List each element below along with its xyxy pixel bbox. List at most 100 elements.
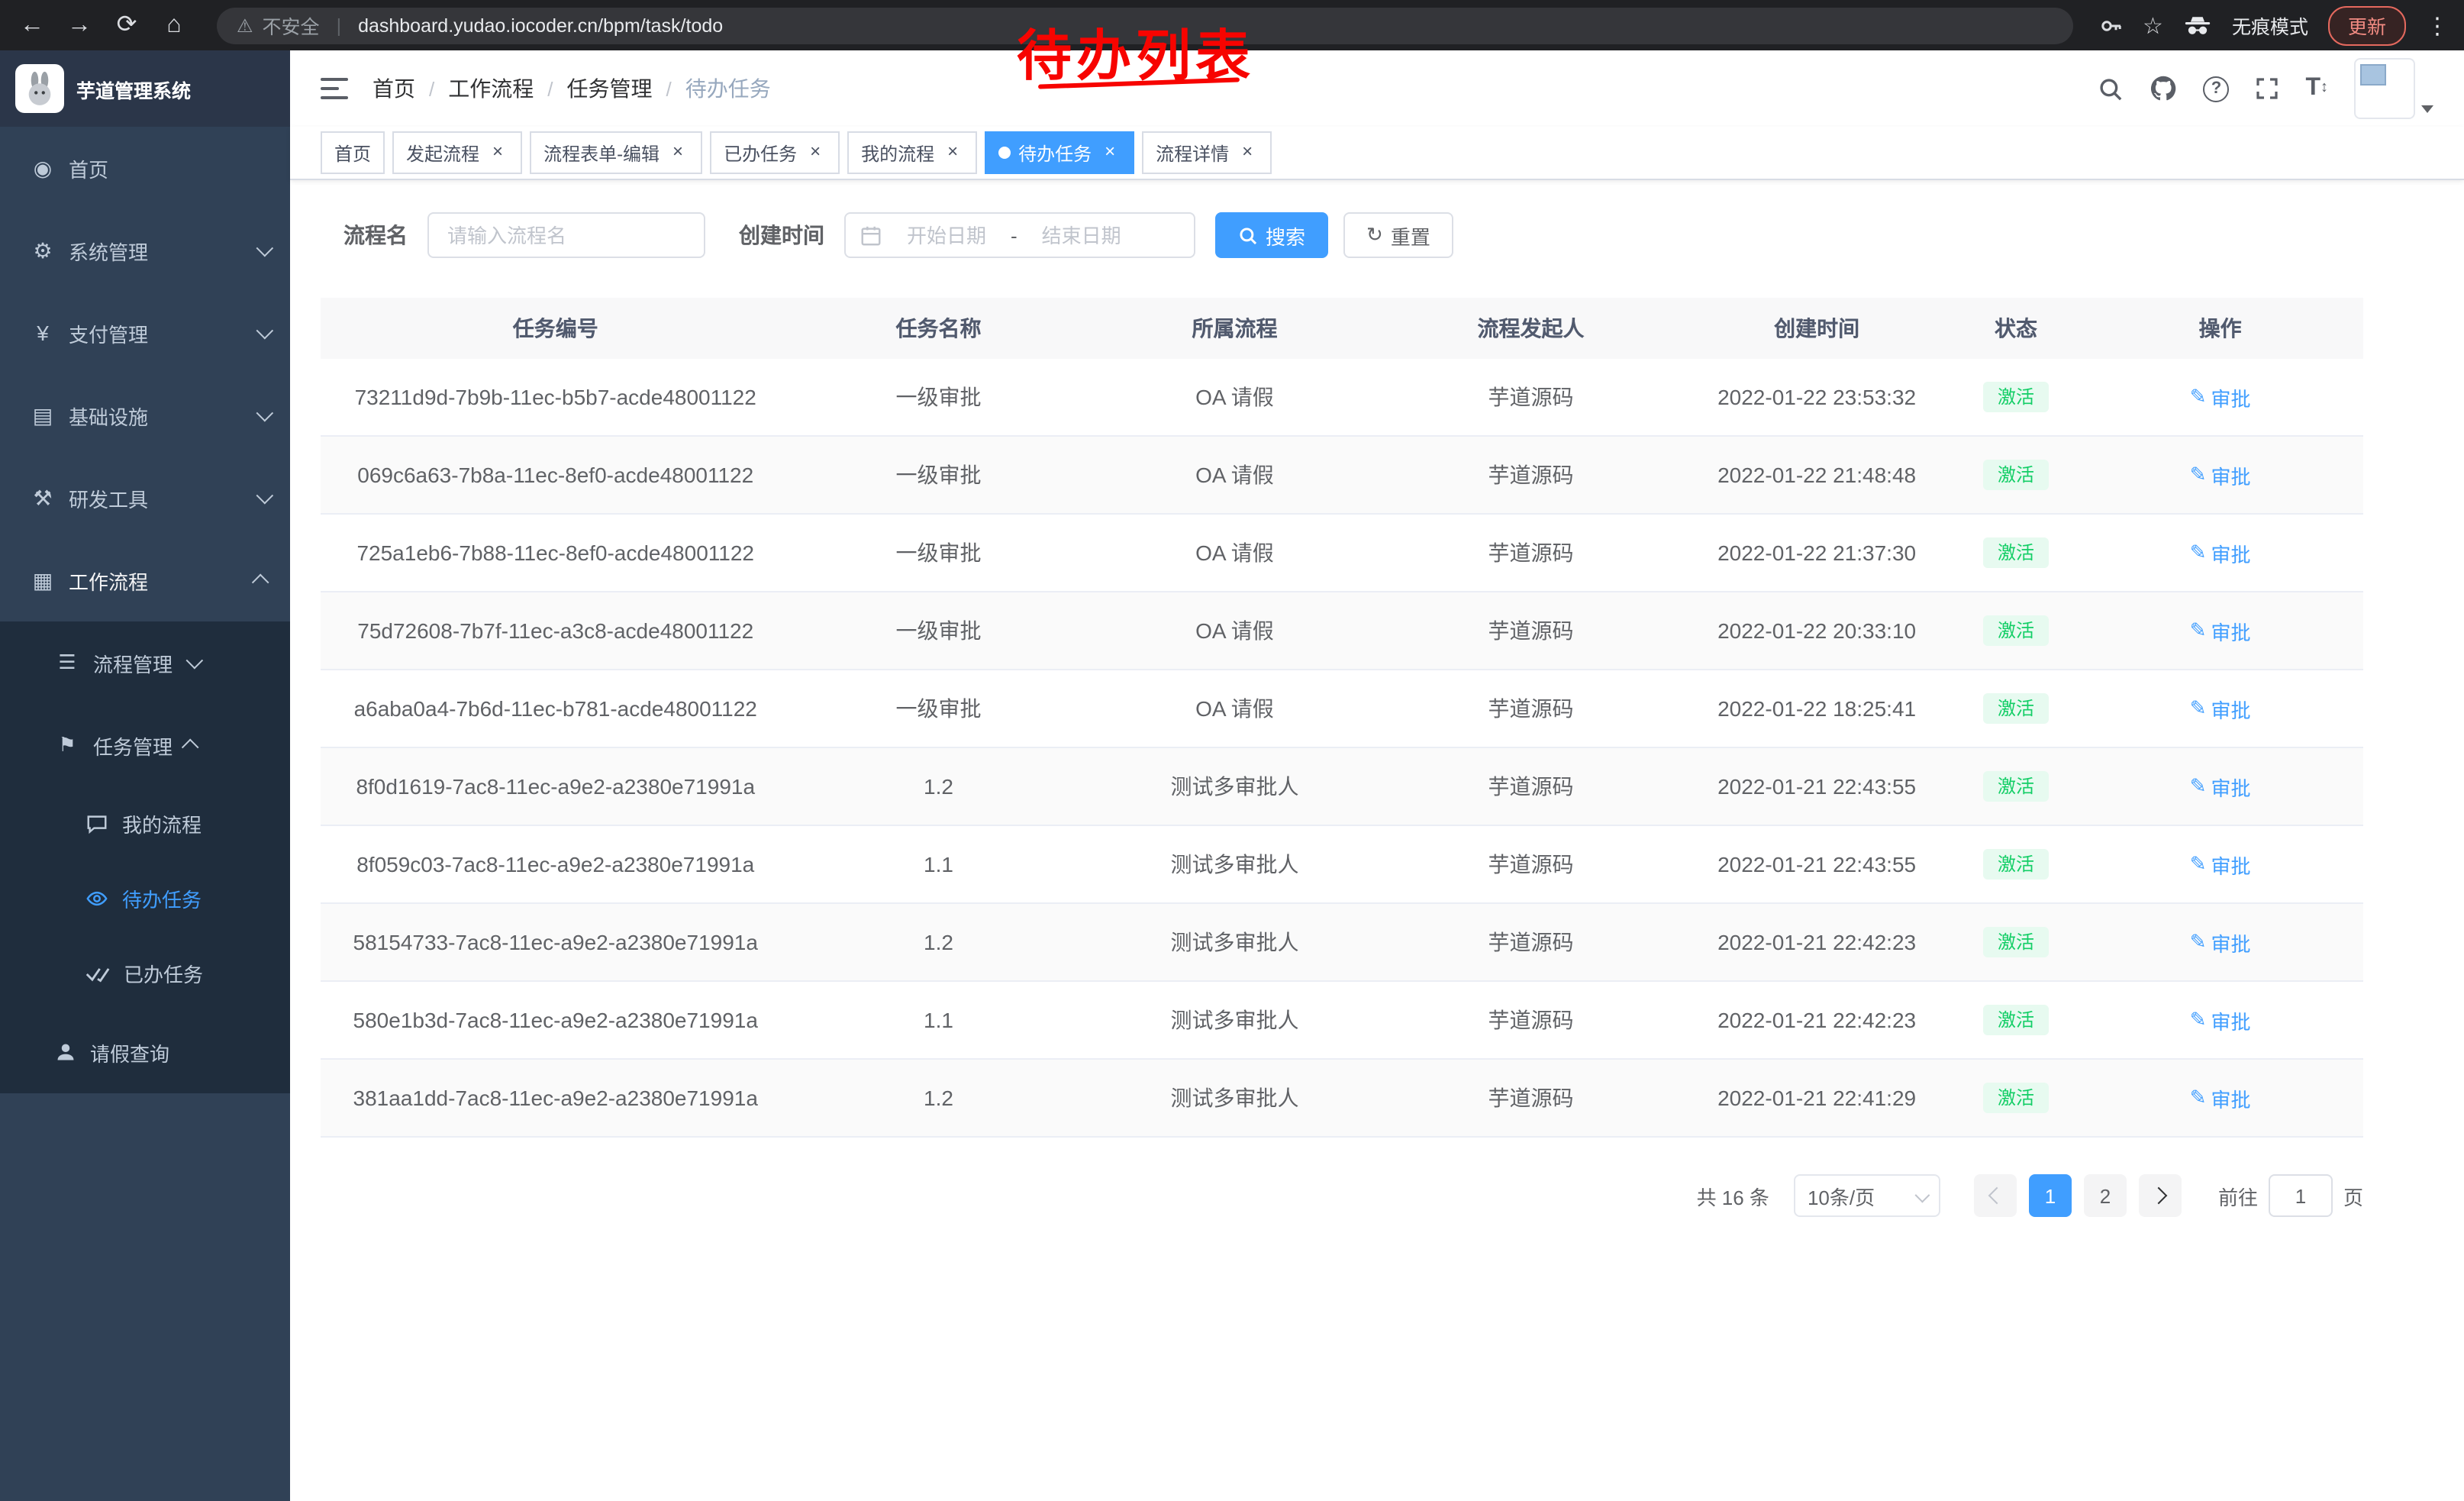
process-name-input[interactable] <box>427 212 705 258</box>
update-button[interactable]: 更新 <box>2328 5 2406 45</box>
col-create-time: 创建时间 <box>1679 298 1954 359</box>
search-button[interactable]: 搜索 <box>1215 212 1328 258</box>
end-date-input[interactable] <box>1024 222 1140 248</box>
goto-page-input[interactable] <box>2269 1174 2333 1217</box>
sidebar-item-system[interactable]: ⚙ 系统管理 <box>0 209 290 292</box>
cell-actions: ✎ 审批 <box>2077 670 2363 747</box>
caret-down-icon <box>2421 105 2433 113</box>
next-page-button[interactable] <box>2139 1174 2182 1217</box>
menu-dots-icon[interactable]: ⋮ <box>2426 11 2449 39</box>
search-icon[interactable] <box>2098 76 2124 102</box>
close-icon[interactable]: × <box>1099 142 1121 163</box>
cell-task-name: 1.2 <box>790 903 1086 981</box>
user-menu[interactable] <box>2354 58 2433 119</box>
tab-home[interactable]: 首页 <box>321 131 385 174</box>
cell-starter: 芋道源码 <box>1382 903 1679 981</box>
table-row: 725a1eb6-7b88-11ec-8ef0-acde48001122 一级审… <box>321 514 2363 592</box>
page-button-1[interactable]: 1 <box>2029 1174 2072 1217</box>
sidebar-item-workflow[interactable]: ▦ 工作流程 <box>0 539 290 621</box>
page-size-select[interactable]: 10条/页 <box>1794 1174 1940 1217</box>
approve-link[interactable]: ✎ 审批 <box>2190 928 2251 957</box>
back-icon[interactable]: ← <box>15 0 49 50</box>
table-body: 73211d9d-7b9b-11ec-b5b7-acde48001122 一级审… <box>321 359 2363 1137</box>
tab-start-process[interactable]: 发起流程× <box>392 131 522 174</box>
tab-process-detail[interactable]: 流程详情× <box>1142 131 1272 174</box>
start-date-input[interactable] <box>889 222 1005 248</box>
address-bar[interactable]: ⚠ 不安全 | dashboard.yudao.iocoder.cn/bpm/t… <box>217 7 2072 44</box>
cell-process: OA 请假 <box>1086 436 1382 514</box>
breadcrumb-workflow[interactable]: 工作流程 <box>448 73 534 104</box>
dashboard-icon: ◉ <box>31 155 55 181</box>
cell-create-time: 2022-01-22 23:53:32 <box>1679 359 1954 436</box>
font-size-icon[interactable]: T↕ <box>2305 76 2328 101</box>
sidebar-item-process-mgmt[interactable]: ☰ 流程管理 <box>0 621 290 704</box>
table-row: 73211d9d-7b9b-11ec-b5b7-acde48001122 一级审… <box>321 359 2363 436</box>
approve-link[interactable]: ✎ 审批 <box>2190 616 2251 645</box>
cell-starter: 芋道源码 <box>1382 592 1679 670</box>
close-icon[interactable]: × <box>667 142 689 163</box>
cell-status: 激活 <box>1955 670 2078 747</box>
col-task-id: 任务编号 <box>321 298 790 359</box>
sidebar-item-done-tasks[interactable]: 已办任务 <box>0 936 290 1011</box>
approve-link[interactable]: ✎ 审批 <box>2190 772 2251 801</box>
tab-process-form-edit[interactable]: 流程表单-编辑× <box>530 131 702 174</box>
breadcrumb-home[interactable]: 首页 <box>373 73 415 104</box>
sidebar-item-task-mgmt[interactable]: ⚑ 任务管理 <box>0 704 290 786</box>
table-row: a6aba0a4-7b6d-11ec-b781-acde48001122 一级审… <box>321 670 2363 747</box>
sidebar-item-todo-tasks[interactable]: 待办任务 <box>0 861 290 936</box>
help-icon[interactable]: ? <box>2203 76 2229 102</box>
approve-link[interactable]: ✎ 审批 <box>2190 460 2251 489</box>
double-check-icon <box>85 964 110 983</box>
cell-task-id: 8f059c03-7ac8-11ec-a9e2-a2380e71991a <box>321 825 790 903</box>
process-list-icon: ☰ <box>55 650 79 675</box>
app-logo-row[interactable]: 芋道管理系统 <box>0 50 290 127</box>
col-actions: 操作 <box>2077 298 2363 359</box>
cell-task-name: 1.1 <box>790 981 1086 1059</box>
edit-icon: ✎ <box>2190 1086 2207 1110</box>
table-header-row: 任务编号 任务名称 所属流程 流程发起人 创建时间 状态 操作 <box>321 298 2363 359</box>
breadcrumb: 首页 / 工作流程 / 任务管理 / 待办任务 <box>373 73 771 104</box>
close-icon[interactable]: × <box>942 142 963 163</box>
github-icon[interactable] <box>2150 75 2177 102</box>
reset-button[interactable]: ↻ 重置 <box>1343 212 1453 258</box>
chevron-down-icon <box>186 652 204 670</box>
table-row: 75d72608-7b7f-11ec-a3c8-acde48001122 一级审… <box>321 592 2363 670</box>
sidebar-item-home[interactable]: ◉ 首页 <box>0 127 290 209</box>
prev-page-button[interactable] <box>1974 1174 2017 1217</box>
reload-icon[interactable]: ⟳ <box>110 0 144 50</box>
close-icon[interactable]: × <box>805 142 826 163</box>
sidebar-item-devtools[interactable]: ⚒ 研发工具 <box>0 457 290 539</box>
approve-link[interactable]: ✎ 审批 <box>2190 694 2251 723</box>
sidebar-toggle-icon[interactable] <box>321 76 348 101</box>
approve-link[interactable]: ✎ 审批 <box>2190 538 2251 567</box>
approve-link[interactable]: ✎ 审批 <box>2190 1083 2251 1112</box>
breadcrumb-task-mgmt[interactable]: 任务管理 <box>567 73 653 104</box>
key-icon[interactable] <box>2098 13 2123 37</box>
cell-task-id: 58154733-7ac8-11ec-a9e2-a2380e71991a <box>321 903 790 981</box>
star-icon[interactable]: ☆ <box>2143 11 2163 39</box>
approve-link[interactable]: ✎ 审批 <box>2190 850 2251 879</box>
cell-starter: 芋道源码 <box>1382 436 1679 514</box>
home-icon[interactable]: ⌂ <box>157 0 191 50</box>
sidebar-item-my-process[interactable]: 我的流程 <box>0 786 290 861</box>
tab-done-tasks[interactable]: 已办任务× <box>710 131 840 174</box>
sidebar-item-payment[interactable]: ¥ 支付管理 <box>0 292 290 374</box>
tab-my-process[interactable]: 我的流程× <box>847 131 977 174</box>
date-range-picker[interactable]: - <box>844 212 1195 258</box>
avatar <box>2354 58 2415 119</box>
page-button-2[interactable]: 2 <box>2084 1174 2127 1217</box>
sidebar-item-infra[interactable]: ▤ 基础设施 <box>0 374 290 457</box>
cell-starter: 芋道源码 <box>1382 981 1679 1059</box>
chevron-up-icon <box>252 574 269 592</box>
close-icon[interactable]: × <box>487 142 508 163</box>
edit-icon: ✎ <box>2190 1008 2207 1032</box>
approve-link[interactable]: ✎ 审批 <box>2190 1006 2251 1035</box>
main-panel: 首页 / 工作流程 / 任务管理 / 待办任务 <box>290 50 2464 1501</box>
status-badge: 激活 <box>1984 1083 2048 1113</box>
fullscreen-icon[interactable] <box>2255 76 2279 101</box>
forward-icon[interactable]: → <box>63 0 96 50</box>
tab-todo-tasks[interactable]: 待办任务× <box>985 131 1134 174</box>
approve-link[interactable]: ✎ 审批 <box>2190 383 2251 412</box>
sidebar-item-leave-query[interactable]: 请假查询 <box>0 1011 290 1093</box>
close-icon[interactable]: × <box>1237 142 1258 163</box>
